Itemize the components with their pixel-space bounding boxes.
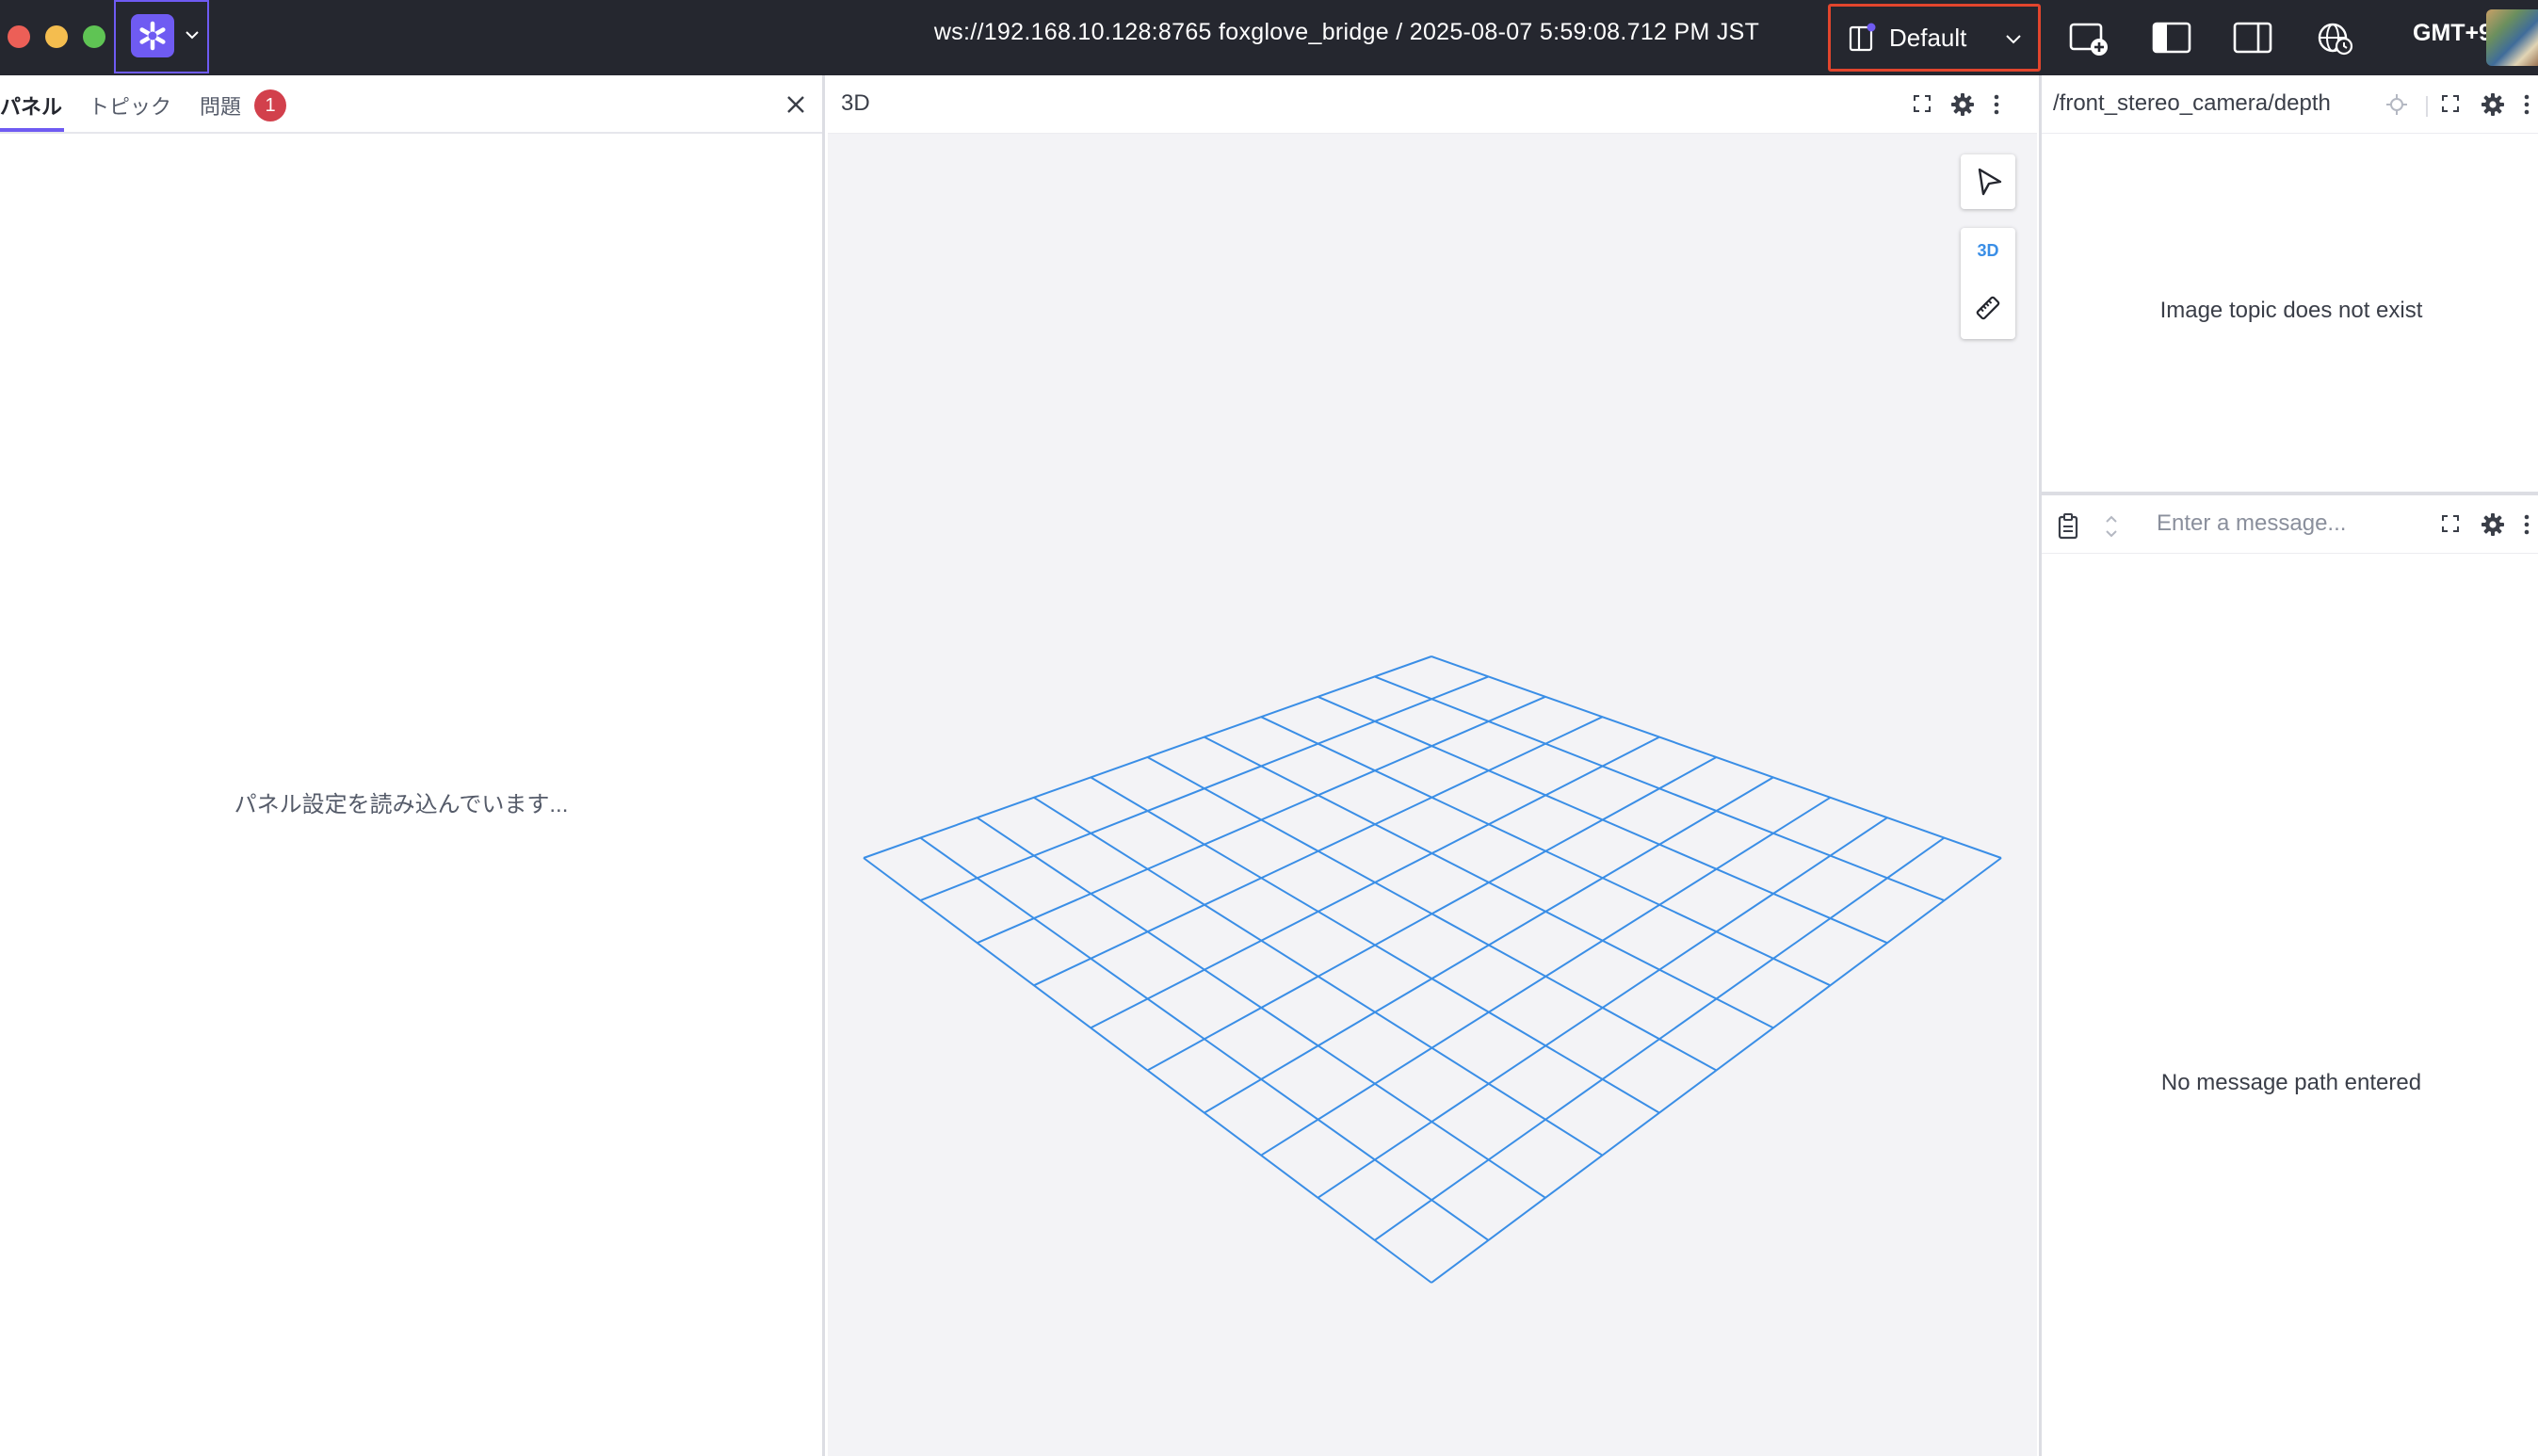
3d-viewport[interactable] — [828, 134, 2037, 1456]
foxglove-logo-icon — [131, 14, 174, 57]
crosshair-icon[interactable] — [2384, 92, 2409, 121]
select-tool-button[interactable] — [1961, 154, 2015, 209]
fullscreen-icon[interactable] — [2439, 512, 2462, 540]
grid-line — [863, 857, 1432, 1284]
grid-line — [1204, 776, 1774, 1114]
timezone-label[interactable]: GMT+9 — [2413, 20, 2492, 47]
expand-collapse-icon[interactable] — [2102, 512, 2121, 545]
layout-icon — [1848, 23, 1876, 57]
gear-icon[interactable] — [2481, 512, 2505, 542]
grid-line — [1431, 857, 2002, 1284]
image-panel: /front_stereo_camera/depth Image topic d… — [2042, 75, 2538, 492]
layout-name: Default — [1889, 24, 1967, 52]
layout-menu-button[interactable]: Default — [1828, 4, 2041, 72]
ruler-icon[interactable] — [1974, 294, 2002, 327]
loading-message: パネル設定を読み込んでいます... — [234, 792, 569, 817]
right-sidebar-toggle-icon[interactable] — [2232, 17, 2273, 63]
left-sidebar-toggle-icon[interactable] — [2151, 17, 2192, 63]
chevron-down-icon — [2004, 29, 2023, 53]
app-menu-button[interactable] — [114, 0, 209, 73]
close-icon[interactable] — [784, 92, 808, 121]
more-options-icon[interactable] — [2522, 92, 2531, 121]
clipboard-icon[interactable] — [2055, 512, 2083, 545]
gear-icon[interactable] — [2481, 92, 2505, 121]
problems-count-badge: 1 — [254, 89, 286, 121]
message-path-input[interactable] — [2157, 510, 2383, 537]
image-empty-message: Image topic does not exist — [2159, 298, 2423, 323]
sidebar-tabs: パネル トピック 問題 1 — [0, 75, 822, 134]
user-avatar[interactable] — [2486, 9, 2538, 66]
camera-mode-toggle[interactable]: 3D — [1961, 241, 2015, 261]
message-empty-text: No message path entered — [2160, 1070, 2422, 1095]
view-tools-group: 3D — [1961, 228, 2015, 339]
3d-panel: 3D 3D — [828, 75, 2037, 1456]
fullscreen-icon[interactable] — [2439, 92, 2462, 120]
app-bar: ws://192.168.10.128:8765 foxglove_bridge… — [0, 0, 2538, 75]
3d-panel-header: 3D — [828, 75, 2037, 134]
window-close-button[interactable] — [8, 25, 30, 48]
window-minimize-button[interactable] — [45, 25, 68, 48]
header-divider — [2426, 96, 2428, 117]
right-column: /front_stereo_camera/depth Image topic d… — [2039, 75, 2538, 1456]
ground-grid — [863, 655, 2002, 1284]
image-topic-title[interactable]: /front_stereo_camera/depth — [2053, 90, 2331, 117]
active-tab-indicator — [0, 128, 64, 132]
add-panel-icon[interactable] — [2068, 17, 2110, 63]
grid-line — [1090, 776, 1660, 1114]
window-maximize-button[interactable] — [83, 25, 105, 48]
more-options-icon[interactable] — [1992, 92, 2001, 121]
panel-title: 3D — [841, 90, 870, 116]
cursor-icon — [1978, 168, 2002, 196]
message-panel-header — [2042, 495, 2538, 554]
more-options-icon[interactable] — [2522, 512, 2531, 542]
tab-panels[interactable]: パネル — [0, 90, 62, 121]
globe-clock-icon[interactable] — [2317, 17, 2354, 63]
fullscreen-icon[interactable] — [1911, 92, 1933, 120]
gear-icon[interactable] — [1950, 92, 1975, 121]
connection-title: ws://192.168.10.128:8765 foxglove_bridge… — [933, 19, 1760, 45]
left-sidebar: パネル トピック 問題 1 パネル設定を読み込んでいます... — [0, 75, 825, 1456]
tab-topics[interactable]: トピック — [89, 90, 171, 121]
tab-problems[interactable]: 問題 — [200, 90, 241, 121]
chevron-down-icon — [184, 26, 201, 48]
image-panel-header: /front_stereo_camera/depth — [2042, 75, 2538, 134]
message-panel: No message path entered — [2042, 495, 2538, 1456]
